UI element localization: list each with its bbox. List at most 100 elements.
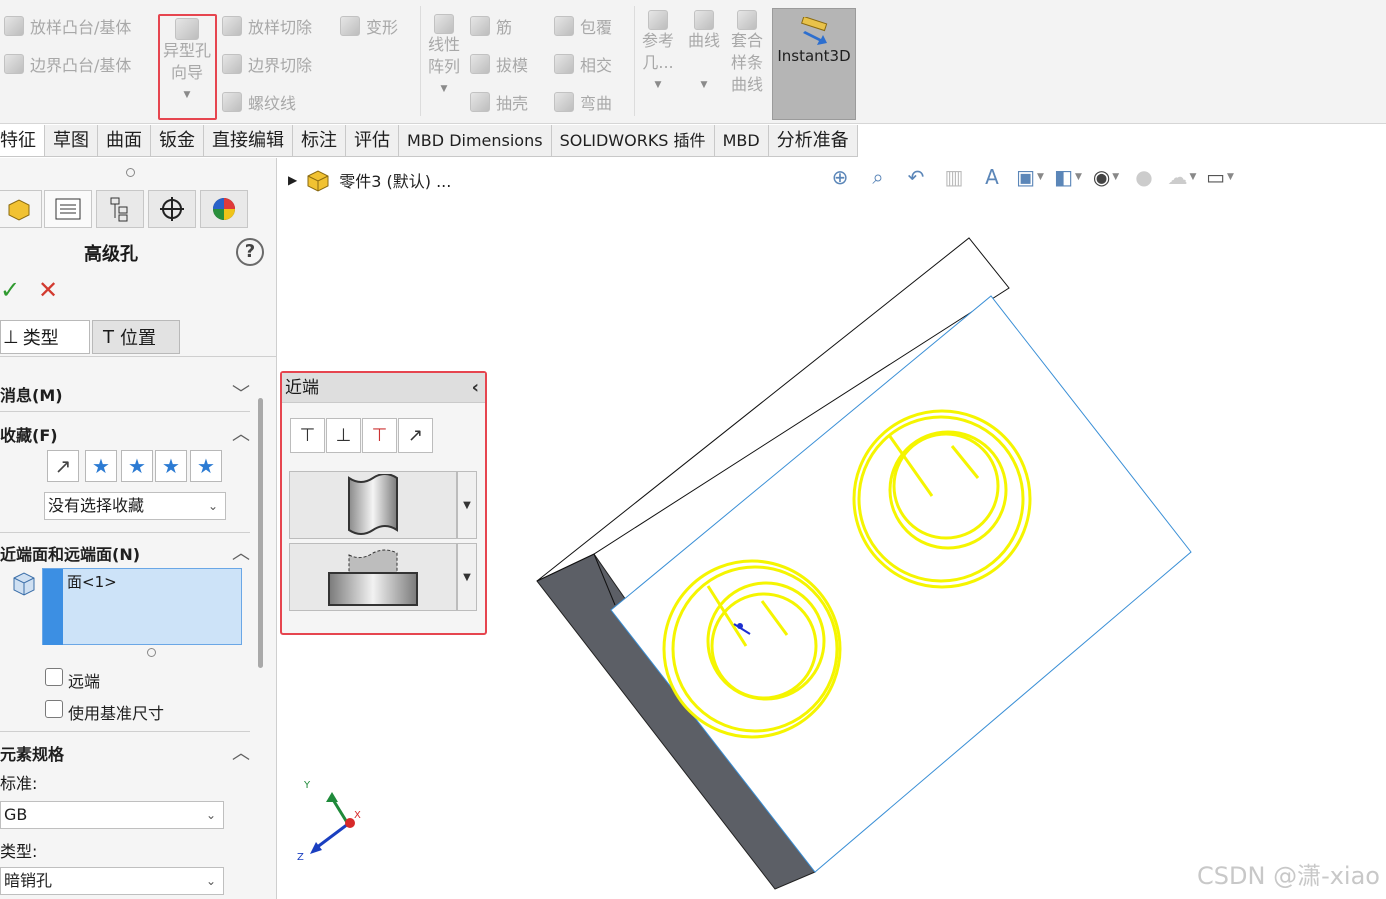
- reverse-direction-button[interactable]: ↗: [398, 418, 433, 453]
- linear-pattern-label-2: 阵列: [427, 57, 460, 76]
- loft-cut-button[interactable]: 放样切除: [222, 14, 312, 38]
- intersect-button[interactable]: 相交: [554, 52, 612, 76]
- apply-favorite-button[interactable]: ↗: [47, 450, 79, 482]
- face-selection-list[interactable]: 面<1>: [42, 568, 242, 645]
- section-favorites-label: 收藏(F): [0, 426, 58, 445]
- intersect-label: 相交: [580, 56, 613, 75]
- curves-label: 曲线: [687, 31, 720, 50]
- hole-wizard-highlight: [158, 14, 217, 120]
- section-message[interactable]: 消息(M) ﹀: [0, 382, 250, 405]
- linear-pattern-dropdown-icon[interactable]: ▼: [441, 78, 448, 100]
- shell-button[interactable]: 抽壳: [470, 90, 528, 114]
- tab-markup[interactable]: 标注: [293, 125, 346, 156]
- curves-dropdown-icon[interactable]: ▼: [701, 74, 708, 96]
- chevron-down-icon: ⌄: [207, 499, 218, 513]
- save-favorite-button[interactable]: ★: [155, 450, 187, 482]
- list-resize-handle[interactable]: [147, 648, 156, 657]
- tab-direct-editing[interactable]: 直接编辑: [204, 125, 293, 156]
- watermark: CSDN @潇-xiao: [1197, 862, 1380, 890]
- hole-position-icon: T: [103, 326, 114, 348]
- rib-label: 筋: [496, 18, 513, 37]
- boundary-cut-button[interactable]: 边界切除: [222, 52, 312, 76]
- collapse-chevron-icon[interactable]: ‹: [472, 373, 479, 403]
- loft-boss-button[interactable]: 放样凸台/基体: [4, 14, 131, 38]
- type-select[interactable]: 暗销孔 ⌄: [0, 867, 224, 895]
- counterbore-element[interactable]: [289, 543, 457, 611]
- section-near-far-faces[interactable]: 近端面和远端面(N) ︿: [0, 541, 250, 564]
- help-button[interactable]: ?: [236, 238, 264, 266]
- curves-button[interactable]: 曲线 ▼: [684, 10, 724, 96]
- cancel-button[interactable]: ✕: [38, 276, 58, 304]
- tab-surfaces[interactable]: 曲面: [98, 125, 151, 156]
- selection-color-bar: [43, 569, 63, 645]
- linear-pattern-button[interactable]: 线性 阵列 ▼: [424, 14, 464, 100]
- boundary-boss-label: 边界凸台/基体: [30, 56, 132, 75]
- tab-solidworks-addins[interactable]: SOLIDWORKS 插件: [552, 125, 715, 156]
- draft-icon: [470, 54, 490, 74]
- tab-display-manager[interactable]: [200, 190, 248, 228]
- face-selection-icon: [13, 572, 35, 596]
- delete-favorite-button[interactable]: ★: [121, 450, 153, 482]
- tab-property-manager[interactable]: [44, 190, 92, 228]
- instant3d-button[interactable]: Instant3D: [772, 8, 856, 120]
- reference-geometry-dropdown-icon[interactable]: ▼: [655, 74, 662, 96]
- wrap-button[interactable]: 包覆: [554, 14, 612, 38]
- tab-dimxpert-manager[interactable]: [148, 190, 196, 228]
- star-delete-icon: ★: [128, 454, 146, 478]
- thread-button[interactable]: 螺纹线: [222, 90, 296, 114]
- list-item[interactable]: 面<1>: [67, 571, 117, 592]
- tab-analysis-prep[interactable]: 分析准备: [769, 125, 858, 156]
- boundary-boss-button[interactable]: 边界凸台/基体: [4, 52, 131, 76]
- insert-element-below-button[interactable]: ⊤: [290, 418, 325, 453]
- panel-resize-handle[interactable]: [126, 168, 135, 177]
- insert-element-above-button[interactable]: ⊥: [326, 418, 361, 453]
- draft-button[interactable]: 拔模: [470, 52, 528, 76]
- load-favorite-button[interactable]: ★: [190, 450, 222, 482]
- section-favorites[interactable]: 收藏(F) ︿: [0, 422, 250, 445]
- coordinate-triad: Y X Z: [297, 780, 361, 863]
- chevron-up-icon: ︿: [232, 543, 250, 564]
- tab-mbd-dimensions[interactable]: MBD Dimensions: [399, 125, 552, 156]
- divider: [0, 532, 250, 533]
- tab-sketch[interactable]: 草图: [45, 125, 98, 156]
- tab-type[interactable]: ⊥ 类型: [0, 320, 90, 354]
- cylinder-face-icon: [348, 474, 398, 535]
- tab-sheet-metal[interactable]: 钣金: [151, 125, 204, 156]
- reference-geometry-button[interactable]: 参考 几... ▼: [638, 10, 678, 96]
- tab-feature-manager[interactable]: [0, 190, 42, 228]
- tab-features[interactable]: 特征: [0, 125, 45, 156]
- panel-scrollbar[interactable]: [258, 398, 263, 668]
- section-element-spec[interactable]: 元素规格 ︿: [0, 741, 250, 764]
- star-add-icon: ★: [92, 454, 110, 478]
- flex-button[interactable]: 弯曲: [554, 90, 612, 114]
- deform-button[interactable]: 变形: [340, 14, 398, 38]
- favorites-select[interactable]: 没有选择收藏 ⌄: [44, 492, 226, 520]
- fit-spline-button[interactable]: 套合 样条 曲线: [726, 10, 768, 96]
- chevron-down-icon: ﹀: [232, 384, 250, 405]
- shell-icon: [470, 92, 490, 112]
- tab-mbd[interactable]: MBD: [715, 125, 769, 156]
- use-datum-dimension-checkbox[interactable]: [45, 700, 63, 718]
- add-favorite-button[interactable]: ★: [85, 450, 117, 482]
- type-select-value: 暗销孔: [4, 871, 53, 890]
- tab-configuration-manager[interactable]: [96, 190, 144, 228]
- near-face-dropdown[interactable]: ▼: [457, 471, 477, 539]
- part-model[interactable]: [536, 237, 1192, 890]
- favorites-select-value: 没有选择收藏: [48, 496, 145, 515]
- far-end-checkbox[interactable]: [45, 668, 63, 686]
- configuration-icon: [110, 197, 128, 222]
- near-face-element[interactable]: [289, 471, 457, 539]
- tab-evaluate[interactable]: 评估: [346, 125, 399, 156]
- apply-favorite-icon: ↗: [54, 454, 72, 478]
- tab-position[interactable]: T 位置: [92, 320, 180, 354]
- delete-element-button[interactable]: ⊤: [362, 418, 397, 453]
- instant3d-label: Instant3D: [777, 47, 851, 65]
- reference-geometry-label-1: 参考: [641, 31, 674, 50]
- chevron-down-icon: ⌄: [205, 808, 216, 822]
- ok-button[interactable]: ✓: [0, 276, 20, 304]
- triad-z-label: Z: [297, 852, 304, 863]
- standard-select[interactable]: GB ⌄: [0, 801, 224, 829]
- chevron-down-icon: ⌄: [205, 874, 216, 888]
- counterbore-dropdown[interactable]: ▼: [457, 543, 477, 611]
- rib-button[interactable]: 筋: [470, 14, 512, 38]
